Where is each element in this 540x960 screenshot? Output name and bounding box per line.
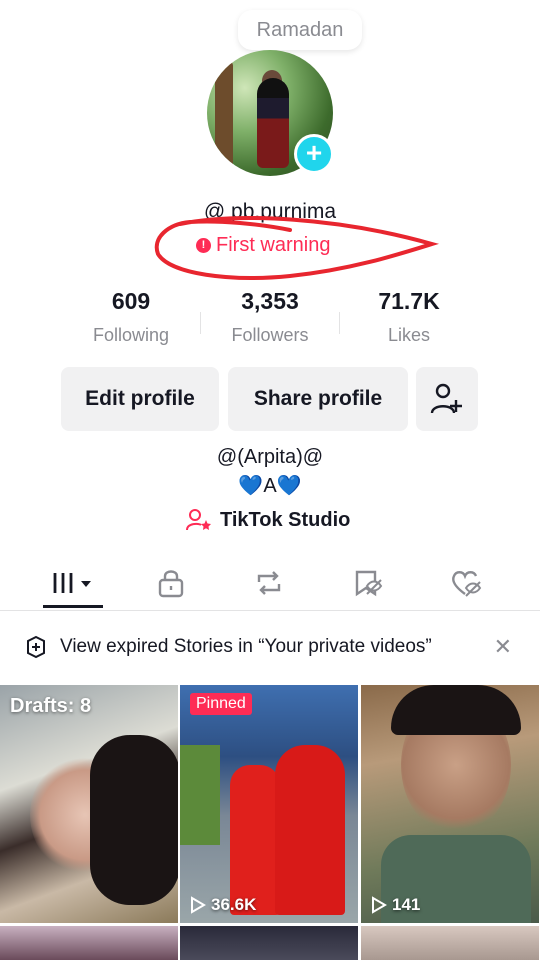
expired-stories-banner[interactable]: View expired Stories in “Your private vi… — [0, 620, 540, 674]
video-tile[interactable]: Pinned 36.6K — [180, 685, 358, 923]
videos-icon — [53, 573, 91, 593]
add-story-button[interactable]: + — [294, 134, 334, 174]
followers-count: 3,353 — [241, 288, 299, 314]
repost-icon — [257, 571, 281, 595]
likes-count: 71.7K — [378, 288, 440, 314]
studio-label: TikTok Studio — [220, 508, 351, 531]
play-icon — [372, 896, 387, 914]
status-note-text: Ramadan — [256, 18, 344, 41]
status-note[interactable]: Ramadan — [238, 10, 362, 50]
tab-reposts[interactable] — [239, 555, 299, 611]
profile-tabs — [0, 555, 540, 611]
add-user-icon — [430, 383, 462, 414]
video-tile[interactable] — [0, 926, 178, 960]
active-tab-indicator — [43, 605, 103, 608]
view-count: 36.6K — [190, 895, 256, 915]
warning-badge[interactable]: ! First warning — [196, 232, 330, 258]
drafts-tile[interactable]: Drafts: 8 — [0, 685, 178, 923]
play-icon — [191, 896, 206, 914]
pinned-badge: Pinned — [190, 693, 252, 715]
alert-icon: ! — [196, 237, 211, 253]
likes-label: Likes — [387, 325, 431, 345]
stat-followers[interactable]: 3,353 Followers — [200, 288, 340, 346]
stat-likes[interactable]: 71.7K Likes — [339, 288, 479, 346]
lock-icon — [158, 570, 184, 598]
close-icon[interactable]: ✕ — [494, 634, 512, 660]
warning-text: First warning — [216, 233, 331, 256]
video-tile[interactable] — [180, 926, 358, 960]
view-count-text: 36.6K — [211, 895, 257, 914]
share-profile-button[interactable]: Share profile — [228, 367, 408, 431]
add-friend-button[interactable] — [416, 367, 478, 431]
favorites-icon — [355, 570, 383, 597]
stat-following[interactable]: 609 Following — [61, 288, 201, 346]
story-add-icon — [27, 635, 45, 659]
video-tile[interactable]: 141 — [361, 685, 539, 923]
followers-label: Followers — [231, 325, 309, 345]
following-label: Following — [92, 325, 170, 345]
drafts-label: Drafts: 8 — [10, 695, 92, 717]
studio-icon — [186, 509, 211, 531]
view-count-text: 141 — [392, 895, 421, 914]
plus-icon: + — [305, 137, 323, 168]
banner-text: View expired Stories in “Your private vi… — [60, 636, 432, 657]
edit-profile-button[interactable]: Edit profile — [61, 367, 219, 431]
username: @ pb.purnima — [203, 200, 337, 223]
tab-favorites[interactable] — [339, 555, 399, 611]
video-tile[interactable] — [361, 926, 539, 960]
tab-private[interactable] — [141, 555, 201, 611]
bio-line-2: 💙A💙 — [238, 475, 302, 497]
tab-videos[interactable] — [43, 555, 103, 611]
liked-icon — [452, 571, 482, 597]
tiktok-studio-link[interactable]: TikTok Studio — [186, 508, 350, 532]
tab-liked[interactable] — [437, 555, 497, 611]
view-count: 141 — [371, 895, 420, 915]
following-count: 609 — [111, 288, 151, 314]
bio-line-1: @(Arpita)@ — [216, 446, 324, 468]
